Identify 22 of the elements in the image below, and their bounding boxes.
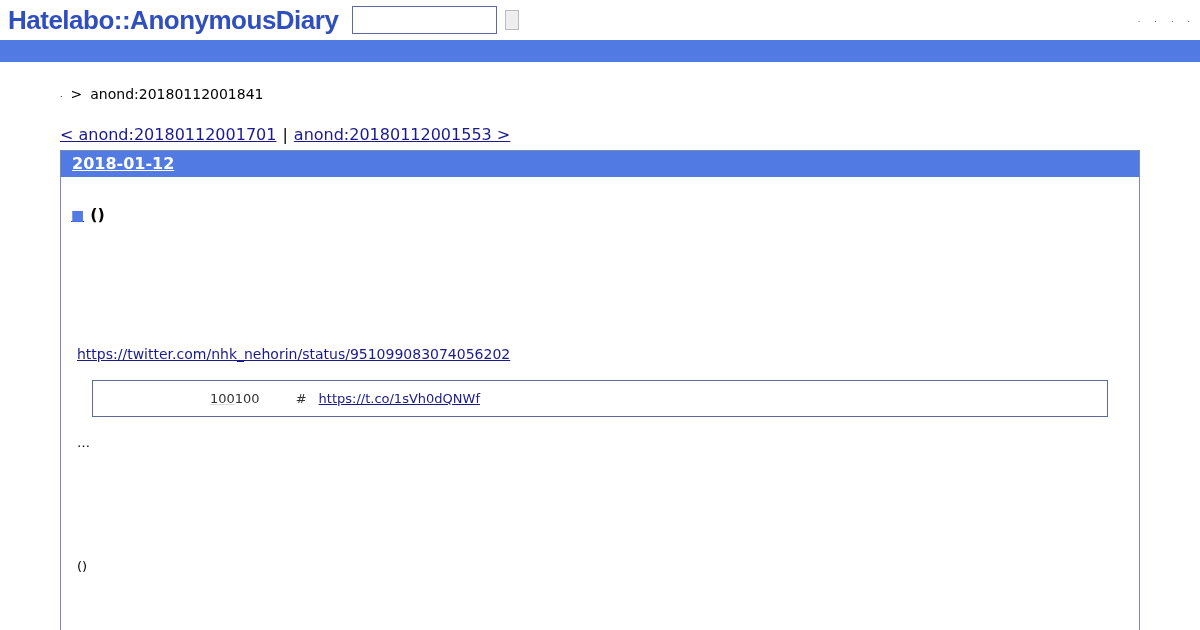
header-link[interactable]: . — [1137, 16, 1141, 24]
entry-title: () — [90, 204, 105, 226]
header-link[interactable]: . — [1154, 16, 1157, 24]
breadcrumb-separator: > — [70, 85, 83, 104]
count-link[interactable]: 100 — [210, 388, 235, 409]
site-logo[interactable]: Hatelabo::AnonymousDiary — [8, 0, 339, 40]
date-link[interactable]: 2018-01-12 — [72, 152, 175, 176]
hashtag-mark: # — [295, 389, 307, 408]
ellipsis-text: … — [77, 435, 90, 450]
header-link[interactable]: . — [1170, 16, 1174, 24]
header-link[interactable]: . — [1187, 16, 1190, 24]
tweet-link[interactable]: https://twitter.com/nhk_nehorin/status/951099083074056202 — [77, 346, 511, 362]
home-link[interactable]: . — [60, 88, 63, 101]
prev-entry-link[interactable]: < anond:20180112001701 — [60, 123, 277, 147]
count-text: 100 — [234, 389, 260, 408]
pager-separator: | — [282, 124, 288, 146]
entry-marker-link[interactable]: ■ — [71, 204, 85, 226]
search-field[interactable] — [352, 6, 498, 34]
breadcrumb-current: anond:20180112001841 — [90, 85, 264, 104]
closing-text: () — [77, 558, 88, 574]
short-url-link[interactable]: https://t.co/1sVh0dQNWf — [318, 388, 480, 409]
next-entry-link[interactable]: anond:20180112001553 > — [293, 123, 511, 147]
